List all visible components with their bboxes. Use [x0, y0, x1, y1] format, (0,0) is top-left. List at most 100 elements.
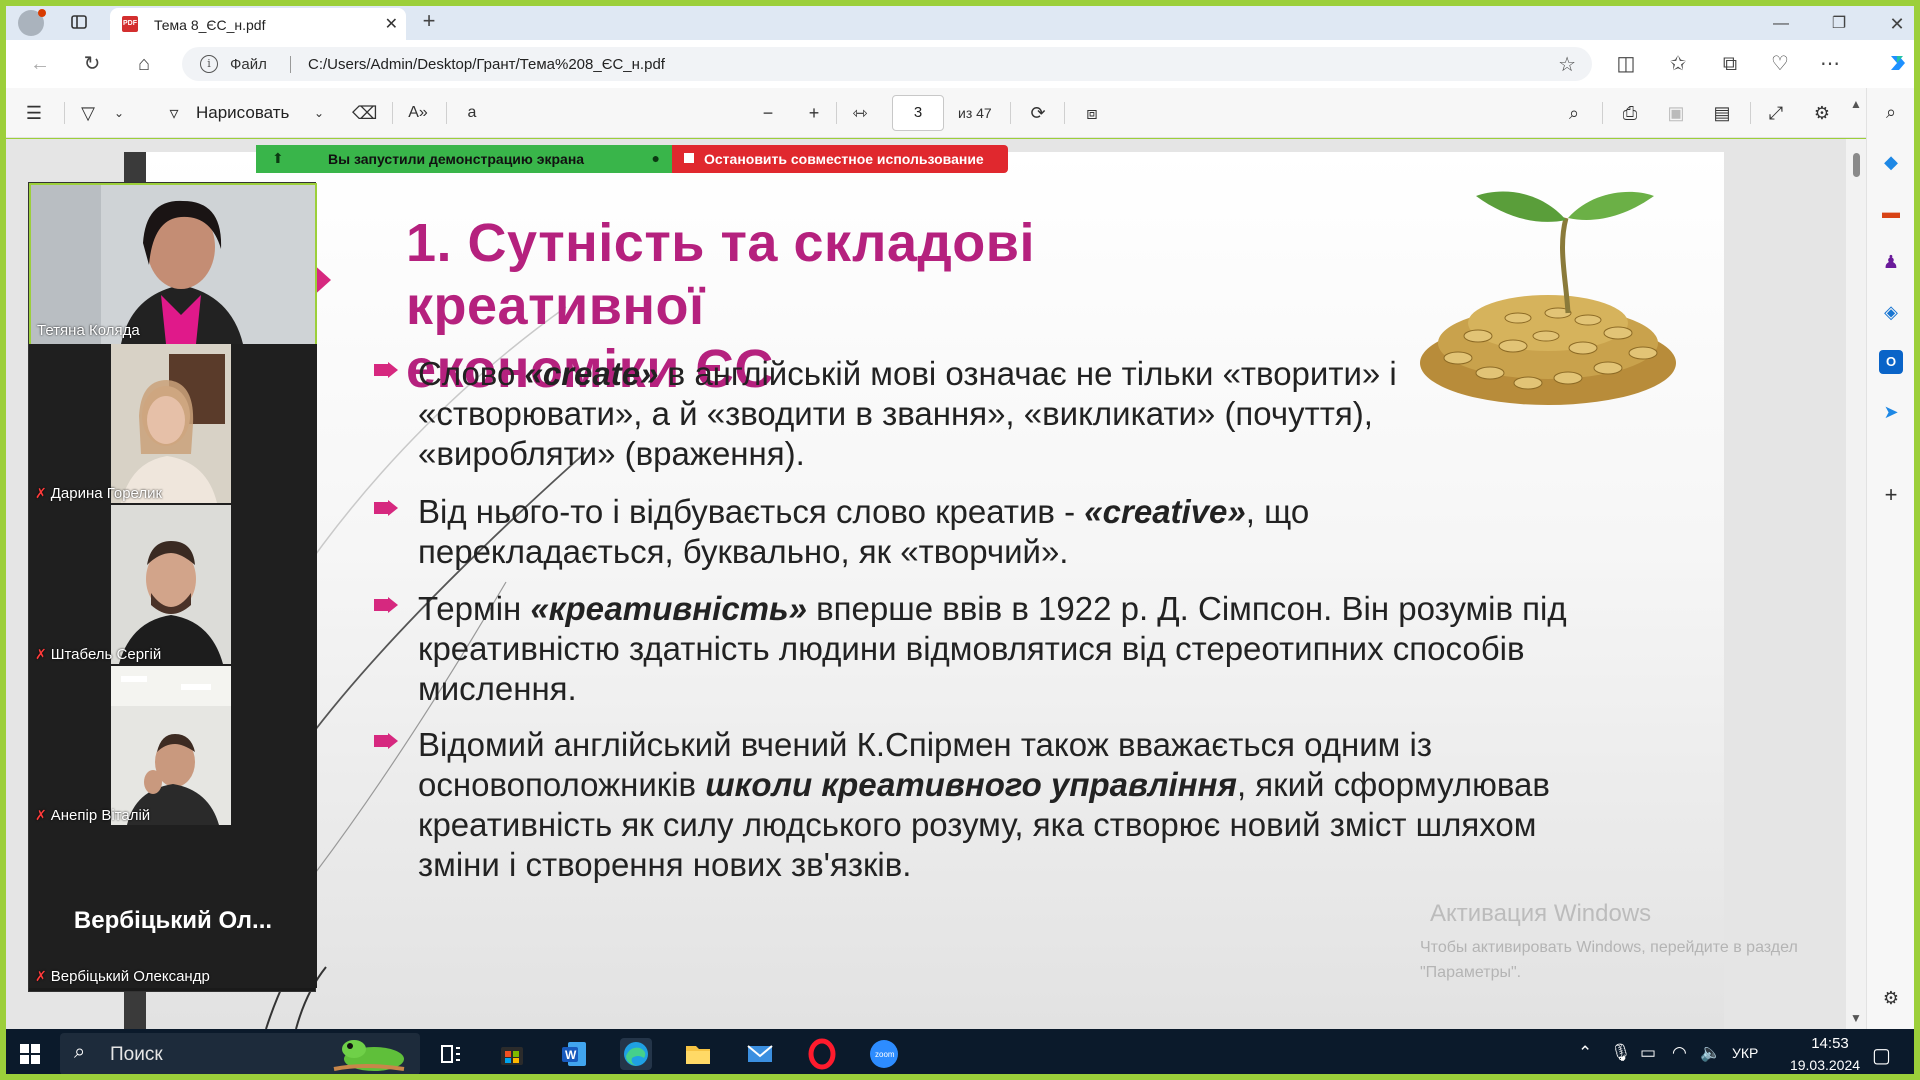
- minimize-icon[interactable]: —: [1770, 13, 1792, 35]
- close-tab-icon[interactable]: ✕: [385, 14, 398, 34]
- task-view-icon[interactable]: [434, 1038, 466, 1070]
- mic-muted-icon: ✗: [35, 807, 47, 823]
- draw-button-label[interactable]: Нарисовать: [196, 103, 289, 123]
- address-field[interactable]: i Файл C:/Users/Admin/Desktop/Грант/Тема…: [182, 47, 1592, 81]
- favorites-icon[interactable]: ✩: [1666, 52, 1690, 76]
- browser-essentials-icon[interactable]: ♡: [1768, 52, 1792, 76]
- share-pin-icon[interactable]: ⬆: [272, 150, 284, 167]
- draw-icon[interactable]: ▿: [162, 101, 186, 125]
- eraser-icon[interactable]: ⌫: [352, 101, 377, 125]
- save-icon[interactable]: ▣: [1664, 101, 1688, 125]
- taskbar-search-box[interactable]: ⌕ Поиск: [60, 1033, 420, 1075]
- edge-browser-icon[interactable]: [620, 1038, 652, 1070]
- clock-date[interactable]: 19.03.2024: [1775, 1057, 1875, 1073]
- participant-tile[interactable]: ✗ Штабель Сергій: [29, 505, 317, 666]
- search-icon[interactable]: ⌕: [1562, 101, 1586, 125]
- collections-icon[interactable]: ⧉: [1718, 52, 1742, 76]
- scroll-up-icon[interactable]: ▲: [1850, 97, 1862, 111]
- tab-pdf-document[interactable]: PDF Тема 8_ЄС_н.pdf ✕: [110, 8, 406, 40]
- screen-share-status-bar: ⬆ Вы запустили демонстрацию экрана ●: [256, 145, 672, 173]
- print-icon[interactable]: ⎙: [1618, 101, 1642, 125]
- sidebar-outlook-icon[interactable]: O: [1879, 350, 1903, 374]
- read-aloud-icon[interactable]: A»: [404, 101, 432, 125]
- bullet-arrow-icon: [374, 733, 400, 749]
- opera-browser-icon[interactable]: [806, 1038, 838, 1070]
- restore-icon[interactable]: ❐: [1828, 13, 1850, 35]
- address-url[interactable]: C:/Users/Admin/Desktop/Грант/Тема%208_ЄС…: [308, 56, 665, 73]
- split-screen-icon[interactable]: ◫: [1614, 52, 1638, 76]
- svg-text:zoom: zoom: [875, 1050, 895, 1059]
- copilot-icon[interactable]: [1886, 52, 1910, 76]
- sidebar-tools-icon[interactable]: ▬: [1879, 200, 1903, 224]
- highlight-icon[interactable]: ▽: [76, 101, 100, 125]
- bullet-item-4: Відомий англійський вчений К.Спірмен так…: [374, 725, 1568, 885]
- file-explorer-icon[interactable]: [682, 1038, 714, 1070]
- search-icon: ⌕: [74, 1041, 86, 1063]
- bullet-item-1: Слово «create» в англійській мові означа…: [374, 354, 1568, 474]
- slide-title-line1: 1. Сутність та складові креативної: [406, 213, 1035, 336]
- volume-icon[interactable]: 🔈: [1700, 1043, 1721, 1063]
- zoom-app-icon[interactable]: zoom: [868, 1038, 900, 1070]
- participant-tile[interactable]: Тетяна Коляда: [29, 183, 317, 344]
- sidebar-office-icon[interactable]: ◈: [1879, 300, 1903, 324]
- page-view-icon[interactable]: ⧈: [1078, 101, 1106, 125]
- notifications-icon[interactable]: ▢: [1872, 1043, 1891, 1068]
- mic-muted-icon: ✗: [35, 646, 47, 662]
- sidebar-games-icon[interactable]: ♟: [1879, 250, 1903, 274]
- contents-list-icon[interactable]: ☰: [22, 101, 46, 125]
- zoom-out-icon[interactable]: −: [756, 101, 780, 125]
- scrollbar-thumb[interactable]: [1853, 153, 1860, 177]
- stop-icon: [684, 153, 694, 163]
- mail-icon[interactable]: [744, 1038, 776, 1070]
- input-language[interactable]: УКР: [1732, 1045, 1758, 1061]
- windows-start-icon[interactable]: [14, 1038, 46, 1070]
- participant-video: [111, 505, 231, 664]
- more-menu-icon[interactable]: ⋯: [1818, 52, 1842, 76]
- favorite-star-icon[interactable]: ☆: [1558, 52, 1576, 77]
- highlight-dropdown-icon[interactable]: ⌄: [112, 101, 126, 125]
- bullet-emphasis: «create»: [524, 355, 659, 392]
- microphone-icon[interactable]: 🎙: [1610, 1043, 1632, 1063]
- battery-icon[interactable]: ▭: [1640, 1043, 1656, 1063]
- new-tab-icon[interactable]: +: [418, 10, 440, 32]
- refresh-icon[interactable]: ↻: [80, 52, 104, 76]
- fit-width-icon[interactable]: ⇿: [846, 101, 874, 125]
- microsoft-store-icon[interactable]: [496, 1038, 528, 1070]
- shield-icon: ●: [651, 150, 660, 166]
- windows-activation-text: Чтобы активировать Windows, перейдите в …: [1420, 939, 1798, 981]
- show-hidden-icons[interactable]: ⌃: [1578, 1043, 1592, 1063]
- bullet-arrow-icon: [374, 597, 400, 613]
- stop-share-button[interactable]: Остановить совместное использование: [672, 145, 1008, 173]
- scroll-down-icon[interactable]: ▼: [1850, 1011, 1862, 1025]
- home-icon[interactable]: ⌂: [132, 52, 156, 76]
- clock-time[interactable]: 14:53: [1790, 1035, 1870, 1052]
- participant-tile[interactable]: ✗ Анепір Віталій: [29, 666, 317, 827]
- word-icon[interactable]: W: [558, 1038, 590, 1070]
- pdf-file-icon: PDF: [122, 16, 138, 32]
- pdf-toolbar: ☰ ▽ ⌄ ▿ Нарисовать ⌄ ⌫ A» a − + ⇿ 3 из 4…: [6, 88, 1886, 138]
- fullscreen-icon[interactable]: ⤢: [1764, 101, 1788, 125]
- info-icon[interactable]: i: [200, 55, 218, 73]
- sidebar-settings-icon[interactable]: ⚙: [1879, 986, 1903, 1010]
- tab-actions-icon[interactable]: [68, 13, 90, 35]
- rotate-icon[interactable]: ⟳: [1024, 101, 1052, 125]
- participant-tile[interactable]: Вербіцький Ол... ✗ Вербіцький Олександр: [29, 827, 317, 988]
- participant-tile[interactable]: ✗ Дарина Горелик: [29, 344, 317, 505]
- draw-dropdown-icon[interactable]: ⌄: [312, 101, 326, 125]
- sidebar-shopping-icon[interactable]: ◆: [1879, 150, 1903, 174]
- screen-share-status-text: Вы запустили демонстрацию экрана: [328, 151, 585, 167]
- tab-title: Тема 8_ЄС_н.pdf: [154, 17, 266, 33]
- page-number-input[interactable]: 3: [892, 95, 944, 131]
- sidebar-add-icon[interactable]: +: [1879, 483, 1903, 507]
- bullet-emphasis: «креативність»: [530, 590, 807, 627]
- wifi-icon[interactable]: ◠: [1672, 1043, 1687, 1063]
- settings-gear-icon[interactable]: ⚙: [1810, 101, 1834, 125]
- vertical-scrollbar[interactable]: ▲ ▼: [1846, 97, 1866, 1029]
- back-icon[interactable]: ←: [28, 52, 52, 76]
- sidebar-send-icon[interactable]: ➤: [1879, 400, 1903, 424]
- translate-icon[interactable]: a: [458, 101, 486, 125]
- close-window-icon[interactable]: ✕: [1886, 13, 1908, 35]
- zoom-in-icon[interactable]: +: [802, 101, 826, 125]
- sidebar-search-icon[interactable]: ⌕: [1879, 100, 1903, 124]
- save-as-icon[interactable]: ▤: [1710, 101, 1734, 125]
